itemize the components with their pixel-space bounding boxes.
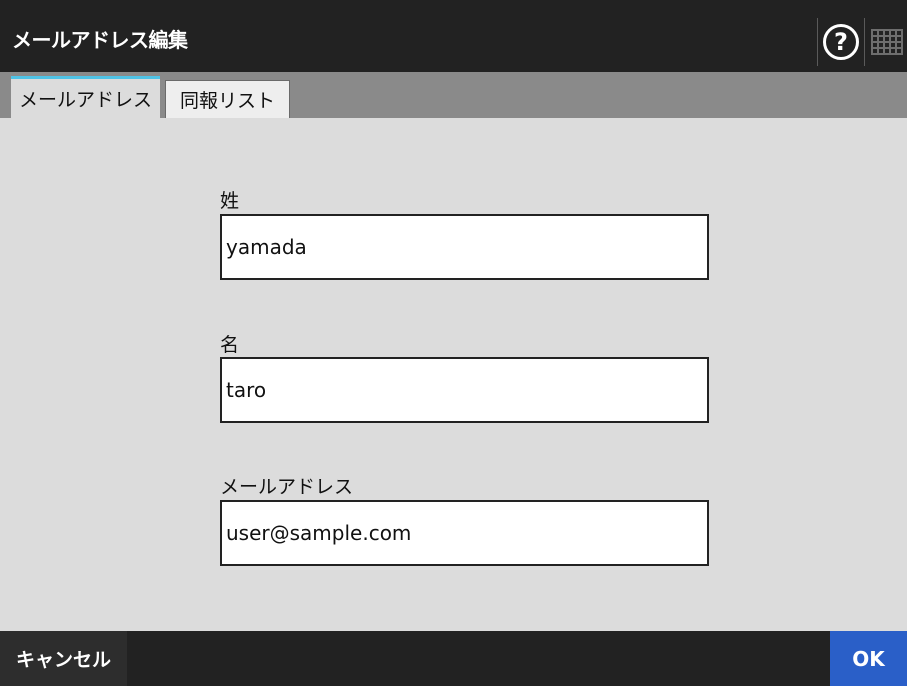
- keyboard-button[interactable]: [866, 18, 907, 66]
- cancel-button[interactable]: キャンセル: [0, 631, 127, 686]
- tab-strip: メールアドレス 同報リスト: [0, 72, 907, 118]
- first-name-label: 名: [220, 334, 240, 356]
- email-input[interactable]: [220, 500, 709, 566]
- first-name-input[interactable]: [220, 357, 709, 423]
- tab-email-address[interactable]: メールアドレス: [11, 76, 160, 118]
- tab-broadcast-list[interactable]: 同報リスト: [165, 80, 290, 118]
- help-circle-icon: ?: [823, 24, 859, 60]
- ok-button[interactable]: OK: [830, 631, 907, 686]
- last-name-label: 姓: [220, 190, 240, 212]
- help-button[interactable]: ?: [817, 18, 865, 66]
- window-title: メールアドレス編集: [12, 28, 188, 52]
- bottom-bar: キャンセル OK: [0, 631, 907, 686]
- last-name-input[interactable]: [220, 214, 709, 280]
- title-bar: メールアドレス編集 ?: [0, 0, 907, 72]
- email-label: メールアドレス: [220, 476, 354, 498]
- keyboard-icon: [870, 29, 903, 55]
- dialog-window: メールアドレス編集 ? メールアドレス 同報リスト 姓 yamada 名 tar…: [0, 0, 907, 686]
